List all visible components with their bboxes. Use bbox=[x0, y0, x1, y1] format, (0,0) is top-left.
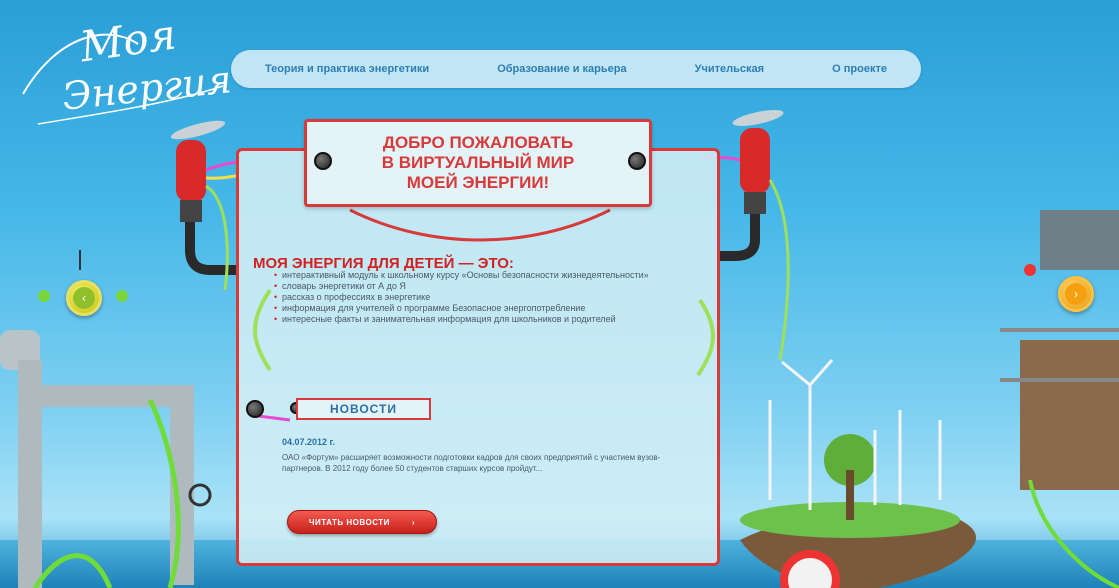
nav-education-career[interactable]: Образование и карьера bbox=[489, 59, 634, 79]
list-item: интересные факты и занимательная информа… bbox=[274, 314, 682, 325]
welcome-line-1: ДОБРО ПОЖАЛОВАТЬ bbox=[382, 133, 574, 152]
arrow-left-icon: ‹ bbox=[73, 287, 95, 309]
main-nav: Теория и практика энергетики Образование… bbox=[231, 50, 921, 88]
welcome-title-box: ДОБРО ПОЖАЛОВАТЬ В ВИРТУАЛЬНЫЙ МИР МОЕЙ … bbox=[304, 119, 652, 207]
chevron-right-icon: › bbox=[411, 517, 416, 527]
nav-teachers-room[interactable]: Учительская bbox=[687, 59, 772, 79]
nav-about-project[interactable]: О проекте bbox=[824, 59, 895, 79]
arrow-right-icon: › bbox=[1065, 283, 1087, 305]
prev-slide-button[interactable]: ‹ bbox=[66, 280, 102, 316]
read-news-label: ЧИТАТЬ НОВОСТИ bbox=[308, 517, 390, 527]
list-item: интерактивный модуль к школьному курсу «… bbox=[274, 270, 682, 281]
list-item: словарь энергетики от А до Я bbox=[274, 281, 682, 292]
bolt-icon bbox=[314, 152, 332, 170]
next-slide-button[interactable]: › bbox=[1058, 276, 1094, 312]
news-date: 04.07.2012 г. bbox=[282, 437, 335, 447]
news-excerpt: ОАО «Фортум» расширяет возможности подго… bbox=[282, 453, 661, 473]
bolt-icon bbox=[246, 400, 264, 418]
news-heading: НОВОСТИ bbox=[296, 398, 431, 420]
left-machinery-illustration bbox=[0, 120, 240, 588]
welcome-line-2: В ВИРТУАЛЬНЫЙ МИР bbox=[381, 153, 575, 172]
welcome-line-3: МОЕЙ ЭНЕРГИИ! bbox=[406, 173, 550, 192]
read-news-button[interactable]: ЧИТАТЬ НОВОСТИ › bbox=[287, 510, 437, 534]
features-list: интерактивный модуль к школьному курсу «… bbox=[274, 270, 682, 325]
list-item: информация для учителей о программе Безо… bbox=[274, 303, 682, 314]
list-item: рассказ о профессиях в энергетике bbox=[274, 292, 682, 303]
nav-theory-practice[interactable]: Теория и практика энергетики bbox=[257, 59, 437, 79]
right-machinery-illustration bbox=[700, 110, 1119, 588]
bolt-icon bbox=[628, 152, 646, 170]
